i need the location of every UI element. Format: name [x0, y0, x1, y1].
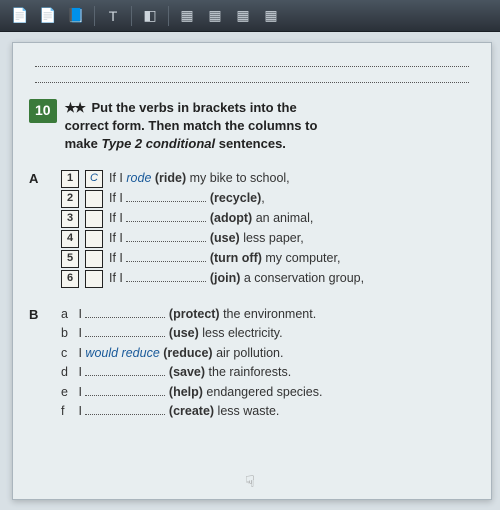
question-text: If I (turn off) my computer, — [109, 250, 340, 268]
section-label-b: B — [29, 306, 45, 423]
exercise-instruction: ★★ Put the verbs in brackets into the co… — [65, 99, 318, 154]
pdf-icon[interactable]: ▦ — [175, 4, 199, 28]
pdf-icon[interactable]: ▦ — [231, 4, 255, 28]
match-answer-box[interactable] — [85, 210, 103, 228]
instruction-text: correct form. Then match the columns to — [65, 118, 318, 133]
page-icon[interactable]: 📄 — [36, 4, 60, 28]
question-text: If I (recycle), — [109, 190, 265, 208]
hand-cursor-icon: ☟ — [245, 472, 255, 492]
question-row: 3 If I (adopt) an animal, — [61, 210, 475, 228]
pdf-icon[interactable]: ▦ — [259, 4, 283, 28]
text-icon[interactable]: T — [101, 4, 125, 28]
answer-row: c I would reduce (reduce) air pollution. — [61, 345, 475, 363]
section-b: B a I (protect) the environment.b I (use… — [29, 306, 475, 423]
question-number-box: 2 — [61, 190, 79, 208]
question-row: 2 If I (recycle), — [61, 190, 475, 208]
answer-row: f I (create) less waste. — [61, 403, 475, 421]
page-icon[interactable]: 📄 — [8, 4, 32, 28]
match-answer-box[interactable] — [85, 270, 103, 288]
match-answer-box[interactable] — [85, 250, 103, 268]
section-label-a: A — [29, 170, 45, 290]
answer-row: b I (use) less electricity. — [61, 325, 475, 343]
section-a: A 1C If I rode (ride) my bike to school, 2… — [29, 170, 475, 290]
answer-row: e I (help) endangered species. — [61, 384, 475, 402]
answer-row: d I (save) the rainforests. — [61, 364, 475, 382]
question-text: If I (join) a conservation group, — [109, 270, 364, 288]
question-number-box: 6 — [61, 270, 79, 288]
question-row: 1C If I rode (ride) my bike to school, — [61, 170, 475, 188]
separator — [94, 6, 95, 26]
section-a-body: 1C If I rode (ride) my bike to school, 2 If… — [61, 170, 475, 290]
answer-row: a I (protect) the environment. — [61, 306, 475, 324]
match-answer-box[interactable] — [85, 230, 103, 248]
question-text: If I (adopt) an animal, — [109, 210, 313, 228]
doc-icon[interactable]: 📘 — [64, 4, 88, 28]
question-row: 5 If I (turn off) my computer, — [61, 250, 475, 268]
exercise-number: 10 — [29, 99, 57, 123]
write-line — [35, 55, 469, 67]
question-number-box: 3 — [61, 210, 79, 228]
question-text: If I rode (ride) my bike to school, — [109, 170, 290, 188]
instruction-text: make Type 2 conditional sentences. — [65, 136, 286, 151]
app-toolbar: 📄 📄 📘 T ◧ ▦ ▦ ▦ ▦ — [0, 0, 500, 32]
match-answer-box[interactable] — [85, 190, 103, 208]
question-row: 4 If I (use) less paper, — [61, 230, 475, 248]
stamp-icon[interactable]: ◧ — [138, 4, 162, 28]
pdf-icon[interactable]: ▦ — [203, 4, 227, 28]
separator — [131, 6, 132, 26]
separator — [168, 6, 169, 26]
question-number-box: 5 — [61, 250, 79, 268]
write-line — [35, 71, 469, 83]
difficulty-stars: ★★ — [65, 100, 84, 115]
instruction-text: Put the verbs in brackets into the — [92, 100, 297, 115]
section-b-body: a I (protect) the environment.b I (use) … — [61, 306, 475, 423]
question-number-box: 4 — [61, 230, 79, 248]
question-text: If I (use) less paper, — [109, 230, 304, 248]
match-answer-box[interactable]: C — [85, 170, 103, 188]
question-number-box: 1 — [61, 170, 79, 188]
page-area: 10 ★★ Put the verbs in brackets into the… — [0, 32, 500, 510]
worksheet-page: 10 ★★ Put the verbs in brackets into the… — [12, 42, 492, 500]
question-row: 6 If I (join) a conservation group, — [61, 270, 475, 288]
exercise-header: 10 ★★ Put the verbs in brackets into the… — [29, 99, 475, 154]
